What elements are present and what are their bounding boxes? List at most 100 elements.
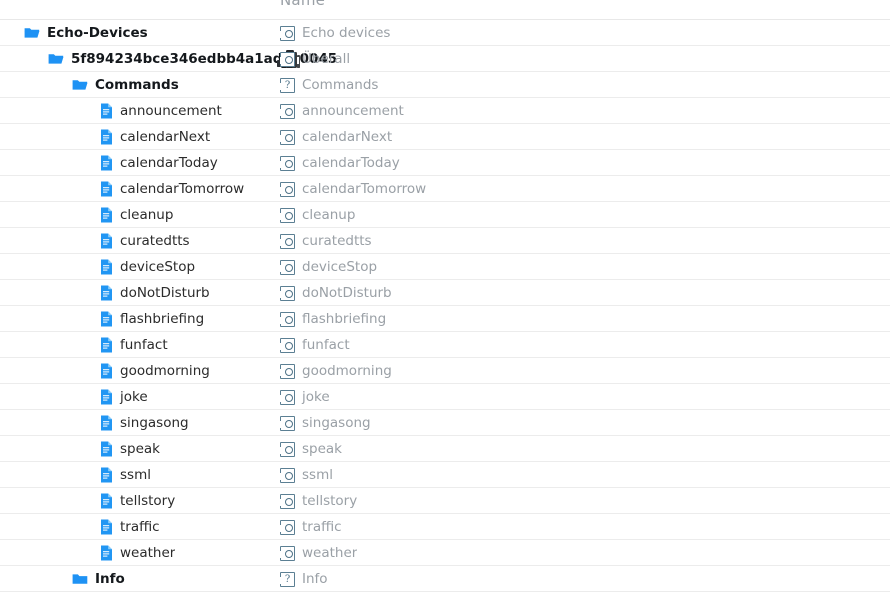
name-cell[interactable]: tellstory [280, 488, 357, 514]
table-row[interactable]: tellstory tellstory [0, 488, 890, 514]
broken-image-icon [280, 51, 299, 67]
broken-image-icon [280, 311, 299, 327]
path-cell[interactable]: tellstory [100, 488, 175, 514]
path-cell[interactable]: doNotDisturb [100, 280, 210, 306]
path-cell[interactable]: announcement [100, 98, 222, 124]
path-cell[interactable]: joke [100, 384, 148, 410]
name-cell[interactable]: funfact [280, 332, 350, 358]
path-label: goodmorning [120, 363, 210, 379]
path-cell[interactable]: flashbriefing [100, 306, 204, 332]
table-row[interactable]: calendarToday calendarToday [0, 150, 890, 176]
broken-image-icon [280, 363, 299, 379]
table-row[interactable]: cleanup cleanup [0, 202, 890, 228]
broken-image-question-icon [280, 571, 299, 587]
path-cell[interactable]: singasong [100, 410, 189, 436]
table-row[interactable]: weather weather [0, 540, 890, 566]
table-row[interactable]: flashbriefing flashbriefing [0, 306, 890, 332]
path-label: announcement [120, 103, 222, 119]
name-cell[interactable]: speak [280, 436, 342, 462]
path-cell[interactable]: calendarToday [100, 150, 218, 176]
file-icon [100, 285, 113, 301]
path-cell[interactable]: traffic [100, 514, 160, 540]
file-icon [100, 259, 113, 275]
name-label: goodmorning [302, 363, 392, 379]
table-row[interactable]: speak speak [0, 436, 890, 462]
file-icon [100, 181, 113, 197]
name-label: Info [302, 571, 328, 587]
broken-image-question-icon [280, 77, 299, 93]
name-cell[interactable]: flashbriefing [280, 306, 386, 332]
path-cell[interactable]: ssml [100, 462, 151, 488]
path-cell[interactable]: calendarTomorrow [100, 176, 244, 202]
name-cell[interactable]: Info [280, 566, 328, 592]
name-label: ssml [302, 467, 333, 483]
name-label: funfact [302, 337, 350, 353]
name-cell[interactable]: traffic [280, 514, 342, 540]
name-cell[interactable]: announcement [280, 98, 404, 124]
name-label: curatedtts [302, 233, 372, 249]
table-row[interactable]: deviceStop deviceStop [0, 254, 890, 280]
name-cell[interactable]: weather [280, 540, 357, 566]
path-cell[interactable]: funfact [100, 332, 168, 358]
broken-image-icon [280, 181, 299, 197]
broken-image-icon [280, 207, 299, 223]
table-row[interactable]: joke joke [0, 384, 890, 410]
name-cell[interactable]: Überall [280, 46, 350, 72]
name-cell[interactable]: curatedtts [280, 228, 372, 254]
table-row[interactable]: singasong singasong [0, 410, 890, 436]
table-row[interactable]: funfact funfact [0, 332, 890, 358]
path-label: doNotDisturb [120, 285, 210, 301]
path-cell[interactable]: cleanup [100, 202, 173, 228]
name-cell[interactable]: joke [280, 384, 330, 410]
path-cell[interactable]: deviceStop [100, 254, 195, 280]
table-row[interactable]: Commands Commands [0, 72, 890, 98]
name-label: speak [302, 441, 342, 457]
table-row[interactable]: calendarTomorrow calendarTomorrow [0, 176, 890, 202]
table-row[interactable]: 5f894234bce346edbb4a1adce0045 Überall [0, 46, 890, 72]
table-row[interactable]: curatedtts curatedtts [0, 228, 890, 254]
table-row[interactable]: traffic traffic [0, 514, 890, 540]
path-label: curatedtts [120, 233, 190, 249]
broken-image-icon [280, 467, 299, 483]
path-cell[interactable]: goodmorning [100, 358, 210, 384]
path-cell[interactable]: speak [100, 436, 160, 462]
name-cell[interactable]: doNotDisturb [280, 280, 392, 306]
path-cell[interactable]: Commands [72, 72, 179, 98]
name-label: Überall [302, 51, 351, 67]
table-row[interactable]: ssml ssml [0, 462, 890, 488]
path-cell[interactable]: curatedtts [100, 228, 190, 254]
name-cell[interactable]: deviceStop [280, 254, 377, 280]
file-icon [100, 155, 113, 171]
broken-image-icon [280, 493, 299, 509]
broken-image-icon [280, 415, 299, 431]
name-cell[interactable]: singasong [280, 410, 371, 436]
path-cell[interactable]: weather [100, 540, 175, 566]
name-label: cleanup [302, 207, 356, 223]
name-cell[interactable]: ssml [280, 462, 333, 488]
broken-image-icon [280, 285, 299, 301]
broken-image-icon [280, 519, 299, 535]
path-cell[interactable]: Echo-Devices [24, 20, 148, 46]
table-row[interactable]: goodmorning goodmorning [0, 358, 890, 384]
path-cell[interactable]: calendarNext [100, 124, 210, 150]
name-cell[interactable]: goodmorning [280, 358, 392, 384]
table-row[interactable]: doNotDisturb doNotDisturb [0, 280, 890, 306]
broken-image-icon [280, 129, 299, 145]
table-row[interactable]: announcement announcement [0, 98, 890, 124]
name-label: announcement [302, 103, 404, 119]
name-cell[interactable]: Echo devices [280, 20, 390, 46]
file-icon [100, 519, 113, 535]
table-row[interactable]: Info Info [0, 566, 890, 592]
name-cell[interactable]: calendarNext [280, 124, 392, 150]
path-cell[interactable]: Info [72, 566, 125, 592]
path-label: tellstory [120, 493, 176, 509]
name-cell[interactable]: Commands [280, 72, 378, 98]
name-label: tellstory [302, 493, 358, 509]
name-label: weather [302, 545, 358, 561]
name-cell[interactable]: calendarTomorrow [280, 176, 426, 202]
table-row[interactable]: Echo-Devices Echo devices [0, 20, 890, 46]
name-cell[interactable]: calendarToday [280, 150, 400, 176]
name-cell[interactable]: cleanup [280, 202, 355, 228]
file-icon [100, 363, 113, 379]
table-row[interactable]: calendarNext calendarNext [0, 124, 890, 150]
